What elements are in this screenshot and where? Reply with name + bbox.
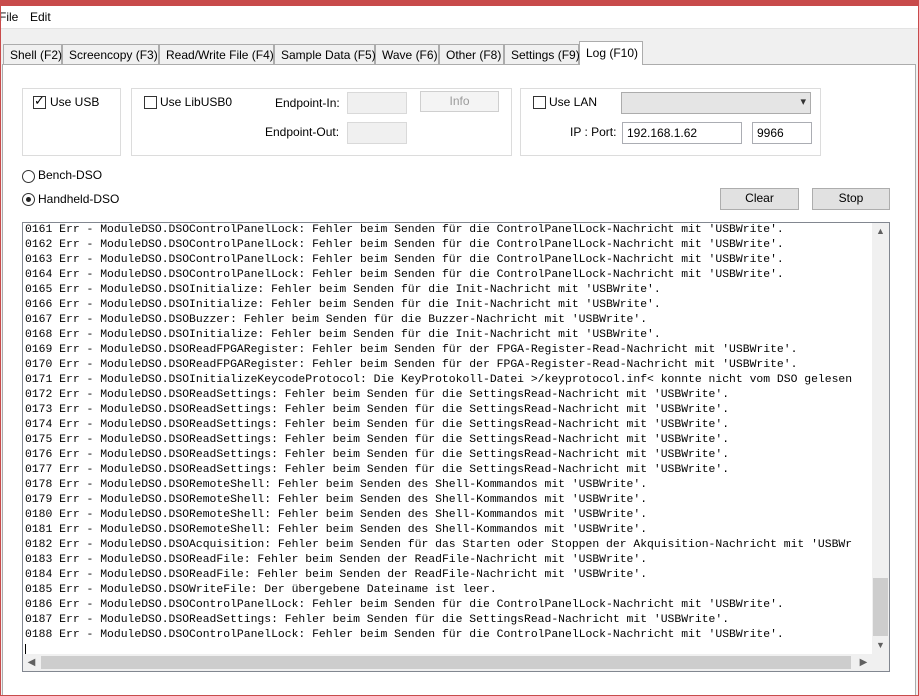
bench-dso-label: Bench-DSO <box>38 168 103 182</box>
use-lan-label: Use LAN <box>549 95 598 109</box>
tab-shell[interactable]: Shell (F2) <box>3 44 62 64</box>
log-line: 0180 Err - ModuleDSO.DSORemoteShell: Feh… <box>25 509 648 521</box>
lan-group: Use LAN ▾ IP : Port: 192.168.1.62 9966 <box>520 88 821 156</box>
endpoint-out-label: Endpoint-Out: <box>265 125 340 139</box>
log-lines: 0161 Err - ModuleDSO.DSOControlPanelLock… <box>25 223 873 651</box>
handheld-dso-radio[interactable] <box>22 193 35 206</box>
log-line: 0167 Err - ModuleDSO.DSOBuzzer: Fehler b… <box>25 314 648 326</box>
use-lan-checkbox[interactable] <box>533 96 546 109</box>
log-line: 0174 Err - ModuleDSO.DSOReadSettings: Fe… <box>25 419 730 431</box>
handheld-dso-label: Handheld-DSO <box>38 192 120 206</box>
vertical-scrollbar[interactable]: ▲ ▼ <box>872 223 889 654</box>
info-button[interactable]: Info <box>420 91 499 112</box>
use-libusb0-label: Use LibUSB0 <box>160 95 233 109</box>
port-field[interactable]: 9966 <box>752 122 812 144</box>
log-line: 0181 Err - ModuleDSO.DSORemoteShell: Feh… <box>25 524 648 536</box>
log-line: 0170 Err - ModuleDSO.DSOReadFPGARegister… <box>25 359 798 371</box>
endpoint-out-field[interactable] <box>347 122 407 144</box>
log-output[interactable]: 0161 Err - ModuleDSO.DSOControlPanelLock… <box>22 222 890 672</box>
log-line: 0175 Err - ModuleDSO.DSOReadSettings: Fe… <box>25 434 730 446</box>
horizontal-scroll-thumb[interactable] <box>41 656 851 669</box>
log-line: 0187 Err - ModuleDSO.DSOReadSettings: Fe… <box>25 614 730 626</box>
arrow-down-icon[interactable]: ▼ <box>872 637 889 654</box>
menu-bar: File Edit <box>0 6 919 29</box>
log-line: 0166 Err - ModuleDSO.DSOInitialize: Fehl… <box>25 299 661 311</box>
tab-strip: Shell (F2) Screencopy (F3) Read/Write Fi… <box>0 41 919 65</box>
tab-other[interactable]: Other (F8) <box>439 44 504 64</box>
log-line: 0183 Err - ModuleDSO.DSOReadFile: Fehler… <box>25 554 648 566</box>
log-line: 0176 Err - ModuleDSO.DSOReadSettings: Fe… <box>25 449 730 461</box>
window-border-left <box>0 0 1 696</box>
endpoint-in-field[interactable] <box>347 92 407 114</box>
log-line: 0186 Err - ModuleDSO.DSOControlPanelLock… <box>25 599 784 611</box>
log-line: 0182 Err - ModuleDSO.DSOAcquisition: Feh… <box>25 539 853 551</box>
tab-read-write-file[interactable]: Read/Write File (F4) <box>159 44 274 64</box>
log-line: 0168 Err - ModuleDSO.DSOInitialize: Fehl… <box>25 329 661 341</box>
stop-button[interactable]: Stop <box>812 188 890 210</box>
log-line: 0172 Err - ModuleDSO.DSOReadSettings: Fe… <box>25 389 730 401</box>
log-line: 0169 Err - ModuleDSO.DSOReadFPGARegister… <box>25 344 798 356</box>
endpoint-in-label: Endpoint-In: <box>275 96 340 110</box>
log-line: 0184 Err - ModuleDSO.DSOReadFile: Fehler… <box>25 569 648 581</box>
ip-port-label: IP : Port: <box>570 125 617 139</box>
log-line: 0162 Err - ModuleDSO.DSOControlPanelLock… <box>25 239 784 251</box>
usb-group: Use USB <box>22 88 121 156</box>
log-line: 0179 Err - ModuleDSO.DSORemoteShell: Feh… <box>25 494 648 506</box>
log-line: 0165 Err - ModuleDSO.DSOInitialize: Fehl… <box>25 284 661 296</box>
tab-screencopy[interactable]: Screencopy (F3) <box>62 44 159 64</box>
log-line: 0164 Err - ModuleDSO.DSOControlPanelLock… <box>25 269 784 281</box>
log-line: 0171 Err - ModuleDSO.DSOInitializeKeycod… <box>25 374 853 386</box>
tab-log[interactable]: Log (F10) <box>579 41 643 65</box>
vertical-scroll-thumb[interactable] <box>873 578 888 636</box>
log-line: 0163 Err - ModuleDSO.DSOControlPanelLock… <box>25 254 784 266</box>
horizontal-scrollbar[interactable]: ◀ ▶ <box>23 654 872 671</box>
log-line: 0188 Err - ModuleDSO.DSOControlPanelLock… <box>25 629 784 641</box>
log-line: 0177 Err - ModuleDSO.DSOReadSettings: Fe… <box>25 464 730 476</box>
tab-wave[interactable]: Wave (F6) <box>375 44 439 64</box>
menu-edit[interactable]: Edit <box>30 10 51 24</box>
log-line: 0173 Err - ModuleDSO.DSOReadSettings: Fe… <box>25 404 730 416</box>
arrow-right-icon[interactable]: ▶ <box>855 654 872 671</box>
use-usb-checkbox[interactable] <box>33 94 46 109</box>
ip-address-field[interactable]: 192.168.1.62 <box>622 122 742 144</box>
tab-sample-data[interactable]: Sample Data (F5) <box>274 44 376 64</box>
menu-file[interactable]: File <box>0 10 18 24</box>
chevron-down-icon: ▾ <box>800 96 806 108</box>
tab-settings[interactable]: Settings (F9) <box>504 44 580 64</box>
scrollbar-corner <box>872 654 889 671</box>
clear-button[interactable]: Clear <box>720 188 799 210</box>
arrow-up-icon[interactable]: ▲ <box>872 223 889 240</box>
lan-device-select[interactable]: ▾ <box>621 92 811 114</box>
bench-dso-radio[interactable] <box>22 170 35 183</box>
arrow-left-icon[interactable]: ◀ <box>23 654 40 671</box>
libusb-group: Use LibUSB0 Endpoint-In: Info Endpoint-O… <box>131 88 512 156</box>
log-line: 0161 Err - ModuleDSO.DSOControlPanelLock… <box>25 224 784 236</box>
use-libusb0-checkbox[interactable] <box>144 96 157 109</box>
log-line: 0185 Err - ModuleDSO.DSOWriteFile: Der ü… <box>25 584 497 596</box>
log-line: 0178 Err - ModuleDSO.DSORemoteShell: Feh… <box>25 479 648 491</box>
use-usb-label: Use USB <box>50 95 100 109</box>
